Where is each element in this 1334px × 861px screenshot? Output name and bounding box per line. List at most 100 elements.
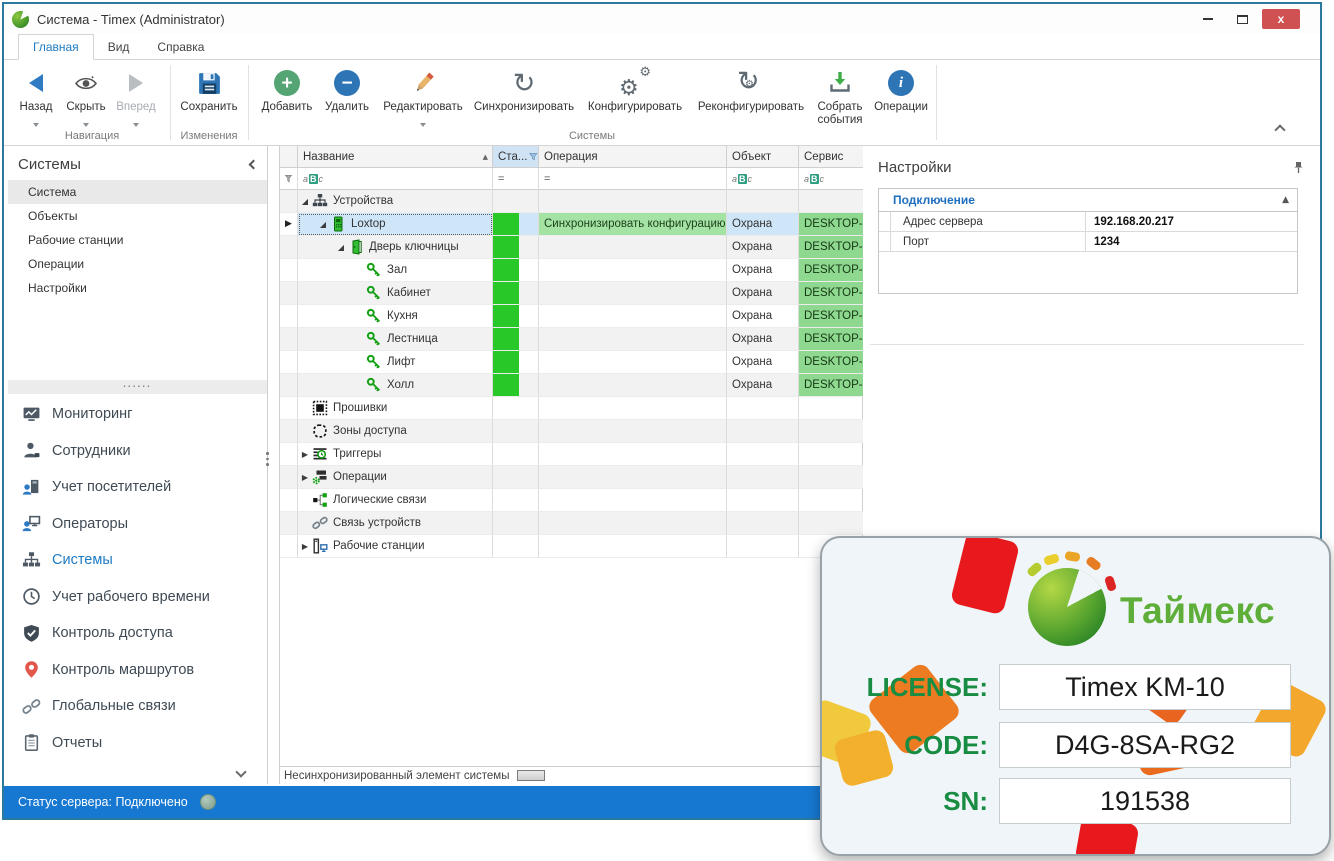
tree-node-key[interactable]: Лестница — [298, 328, 493, 351]
nav-globalnye-svyazi[interactable]: Глобальные связи — [8, 688, 267, 725]
object-cell[interactable]: Охрана — [727, 351, 799, 374]
maximize-button[interactable] — [1228, 10, 1256, 29]
service-cell[interactable]: DESKTOP-... — [799, 374, 863, 397]
object-cell[interactable]: Охрана — [727, 374, 799, 397]
tree-node-operations[interactable]: ▶ Операции — [298, 466, 493, 489]
tree-node-firmware[interactable]: Прошивки — [298, 397, 493, 420]
collapse-panel-button[interactable] — [249, 159, 259, 169]
nav-uchet-posetiteley[interactable]: Учет посетителей — [8, 469, 267, 506]
filter-name[interactable]: aBc — [298, 168, 493, 190]
section-collapse-icon[interactable]: ▲ — [1282, 195, 1289, 205]
nav-uchet-rabochego-vremeni[interactable]: Учет рабочего времени — [8, 579, 267, 616]
tree-node-key[interactable]: Лифт — [298, 351, 493, 374]
expand-toggle[interactable]: ◢ — [334, 243, 348, 252]
service-cell[interactable]: DESKTOP-... — [799, 282, 863, 305]
operation-cell[interactable]: Синхронизировать конфигурацию — [539, 213, 727, 236]
panel-splitter-handle[interactable] — [266, 452, 269, 466]
column-header-name[interactable]: Название▲ — [298, 146, 493, 168]
table-row[interactable]: Прошивки — [280, 397, 862, 420]
tree-node-key[interactable]: Зал — [298, 259, 493, 282]
pin-icon[interactable] — [1293, 161, 1304, 174]
tree-node-workstations[interactable]: ▶ Рабочие станции — [298, 535, 493, 558]
filter-service[interactable]: aBc — [799, 168, 863, 190]
table-row[interactable]: Связь устройств — [280, 512, 862, 535]
minimize-button[interactable] — [1194, 10, 1222, 29]
filter-object[interactable]: aBc — [727, 168, 799, 190]
tree-node-access-zones[interactable]: Зоны доступа — [298, 420, 493, 443]
column-header-service[interactable]: Сервис — [799, 146, 863, 168]
filter-operation[interactable]: = — [539, 168, 727, 190]
reconfigure-button[interactable]: ↻⚙ Реконфигурировать — [692, 65, 810, 114]
nav-kontrol-marshrutov[interactable]: Контроль маршрутов — [8, 652, 267, 689]
close-button[interactable]: x — [1262, 9, 1300, 29]
table-row[interactable]: ▶ Операции — [280, 466, 862, 489]
operations-button[interactable]: i Операции — [872, 65, 930, 114]
nav-scroll-down-button[interactable] — [237, 768, 245, 776]
save-button[interactable]: Сохранить — [176, 65, 242, 114]
table-row[interactable]: Логические связи — [280, 489, 862, 512]
filter-status[interactable]: = — [493, 168, 539, 190]
nav-operatory[interactable]: Операторы — [8, 506, 267, 543]
table-row[interactable]: ◢ Дверь ключницы Охрана DESKTOP-... — [280, 236, 862, 259]
tree-node-triggers[interactable]: ▶ Триггеры — [298, 443, 493, 466]
collect-events-button[interactable]: Собрать события — [812, 65, 868, 127]
ribbon-collapse-button[interactable] — [1276, 126, 1286, 136]
tree-node-device-links[interactable]: Связь устройств — [298, 512, 493, 535]
object-cell[interactable]: Охрана — [727, 328, 799, 351]
table-row[interactable]: Кабинет Охрана DESKTOP-... — [280, 282, 862, 305]
tab-spravka[interactable]: Справка — [143, 34, 218, 60]
sidebar-item-rabochie-stancii[interactable]: Рабочие станции — [8, 228, 267, 252]
back-button[interactable]: Назад — [14, 65, 58, 132]
service-cell[interactable]: DESKTOP-... — [799, 351, 863, 374]
table-row[interactable]: ▶ Рабочие станции — [280, 535, 862, 558]
tab-vid[interactable]: Вид — [94, 34, 144, 60]
configure-button[interactable]: ⚙⚙ Конфигурировать — [582, 65, 688, 114]
add-button[interactable]: + Добавить — [258, 65, 316, 114]
tree-node-devices[interactable]: ◢ Устройства — [298, 190, 493, 213]
sidebar-item-operacii[interactable]: Операции — [8, 252, 267, 276]
service-cell[interactable]: DESKTOP-... — [799, 305, 863, 328]
object-cell[interactable]: Охрана — [727, 213, 799, 236]
sidebar-item-obekty[interactable]: Объекты — [8, 204, 267, 228]
service-cell[interactable]: DESKTOP-... — [799, 328, 863, 351]
port-value[interactable]: 1234 — [1086, 232, 1297, 251]
service-cell[interactable]: DESKTOP-... — [799, 213, 863, 236]
nav-otchety[interactable]: Отчеты — [8, 725, 267, 762]
column-header-operation[interactable]: Операция — [539, 146, 727, 168]
tab-glavnaya[interactable]: Главная — [18, 34, 94, 60]
tree-node-key[interactable]: Кабинет — [298, 282, 493, 305]
object-cell[interactable]: Охрана — [727, 259, 799, 282]
table-row[interactable]: ▶ Триггеры — [280, 443, 862, 466]
table-row[interactable]: Кухня Охрана DESKTOP-... — [280, 305, 862, 328]
server-address-value[interactable]: 192.168.20.217 — [1086, 212, 1297, 231]
edit-button[interactable]: Редактировать — [378, 65, 468, 132]
section-header-connection[interactable]: Подключение ▲ — [879, 189, 1297, 212]
expand-toggle[interactable]: ◢ — [316, 220, 330, 229]
nav-sistemy[interactable]: Системы — [8, 542, 267, 579]
object-cell[interactable]: Охрана — [727, 236, 799, 259]
column-header-status[interactable]: Ста... — [493, 146, 539, 168]
object-cell[interactable]: Охрана — [727, 282, 799, 305]
tree-node-key[interactable]: Холл — [298, 374, 493, 397]
nav-monitoring[interactable]: Мониторинг — [8, 396, 267, 433]
table-row[interactable]: Лестница Охрана DESKTOP-... — [280, 328, 862, 351]
delete-button[interactable]: − Удалить — [320, 65, 374, 114]
expand-toggle[interactable]: ▶ — [298, 450, 312, 459]
sidebar-item-nastroyki[interactable]: Настройки — [8, 276, 267, 300]
column-header-object[interactable]: Объект — [727, 146, 799, 168]
table-row[interactable]: Зоны доступа — [280, 420, 862, 443]
table-row[interactable]: ◢ Устройства — [280, 190, 862, 213]
object-cell[interactable]: Охрана — [727, 305, 799, 328]
synchronize-button[interactable]: ↻ Синхронизировать — [470, 65, 578, 114]
table-row[interactable]: Зал Охрана DESKTOP-... — [280, 259, 862, 282]
expand-toggle[interactable]: ▶ — [298, 542, 312, 551]
nav-sotrudniki[interactable]: Сотрудники — [8, 433, 267, 470]
tree-node-key[interactable]: Кухня — [298, 305, 493, 328]
expand-toggle[interactable]: ▶ — [298, 473, 312, 482]
forward-button[interactable]: Вперед — [112, 65, 160, 132]
tree-node-loxtop[interactable]: ◢ Loxtop — [298, 213, 493, 236]
sidebar-item-sistema[interactable]: Система — [8, 180, 267, 204]
table-row[interactable]: Лифт Охрана DESKTOP-... — [280, 351, 862, 374]
service-cell[interactable]: DESKTOP-... — [799, 259, 863, 282]
service-cell[interactable]: DESKTOP-... — [799, 236, 863, 259]
